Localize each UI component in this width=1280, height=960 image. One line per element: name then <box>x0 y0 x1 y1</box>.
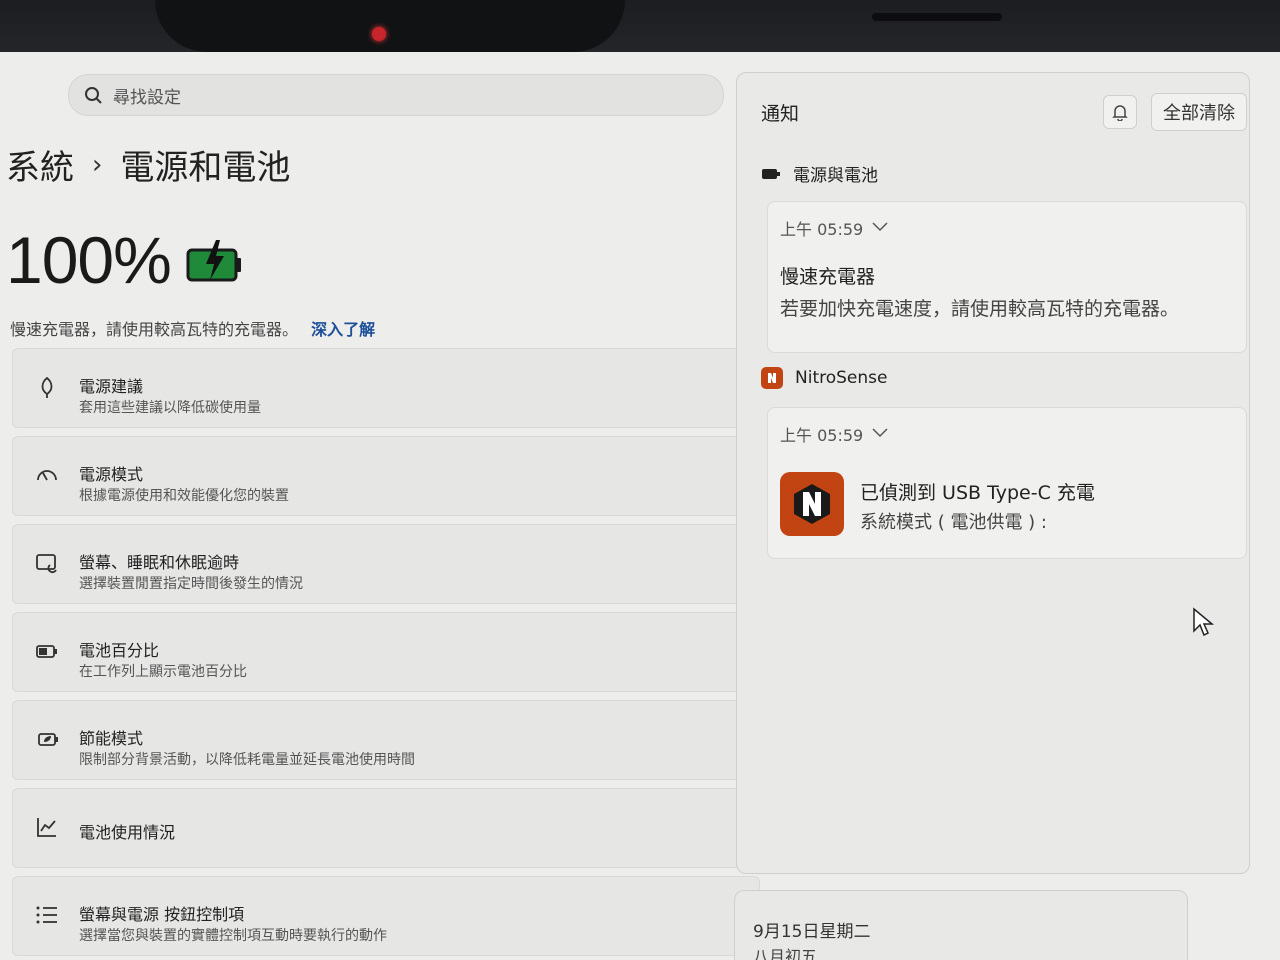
calendar-lunar-date: 八月初五 <box>753 947 818 960</box>
battery-icon <box>762 168 780 179</box>
battery-percent: 100% <box>6 223 172 297</box>
bezel-slot <box>872 13 1002 21</box>
battery-percent-icon <box>36 645 57 658</box>
usage-chart-icon <box>37 818 56 837</box>
sleep-screen-icon <box>36 554 57 574</box>
settings-item-button-controls[interactable]: 螢幕與電源 按鈕控制項 選擇當您與裝置的實體控制項互動時要執行的動作 <box>12 876 760 956</box>
settings-item-energy-saver[interactable]: 節能模式 限制部分背景活動，以降低耗電量並延長電池使用時間 <box>12 700 760 780</box>
calendar-date: 9月15日星期二 <box>753 922 871 942</box>
notification-title: 已偵測到 USB Type-C 充電 <box>860 482 1095 504</box>
list-controls-icon <box>36 906 57 924</box>
settings-list: 電源建議 套用這些建議以降低碳使用量 電源模式 根據電源使用和效能優化您的裝置 … <box>12 348 760 960</box>
notification-app-name: NitroSense <box>795 368 888 388</box>
page-title: 電源和電池 <box>120 148 291 188</box>
notification-app-name: 電源與電池 <box>793 166 878 186</box>
breadcrumb-parent[interactable]: 系統 <box>6 140 74 189</box>
battery-charging-icon <box>186 240 241 282</box>
charger-hint-text: 慢速充電器，請使用較高瓦特的充電器。 <box>10 320 299 339</box>
nitrosense-app-icon <box>761 367 783 389</box>
screen: 尋找設定 系統 › 電源和電池 100% 慢速充電器，請使用較高瓦特的充電器。 … <box>0 52 1280 960</box>
learn-more-link[interactable]: 深入了解 <box>311 320 375 339</box>
settings-item-title: 節能模式 <box>79 729 144 748</box>
energy-saver-icon <box>38 733 58 746</box>
notification-time: 上午 05:59 <box>780 220 864 239</box>
notification-body: 若要加快充電速度，請使用較高瓦特的充電器。 <box>780 298 1180 320</box>
search-placeholder: 尋找設定 <box>113 87 181 108</box>
settings-item-subtitle: 限制部分背景活動，以降低耗電量並延長電池使用時間 <box>79 752 415 768</box>
bezel-notch <box>155 0 625 52</box>
settings-item-subtitle: 套用這些建議以降低碳使用量 <box>79 400 261 416</box>
settings-item-title: 電源建議 <box>79 377 144 396</box>
chevron-down-icon[interactable] <box>872 222 888 232</box>
settings-item-subtitle: 選擇裝置閒置指定時間後發生的情況 <box>79 576 303 592</box>
settings-item-subtitle: 在工作列上顯示電池百分比 <box>79 664 247 680</box>
bell-snooze-icon <box>1112 105 1128 121</box>
calendar-flyout[interactable]: 9月15日星期二 八月初五 <box>734 890 1188 960</box>
notification-body: 系統模式 ( 電池供電 ) : <box>860 512 1047 533</box>
settings-item-subtitle: 根據電源使用和效能優化您的裝置 <box>79 488 289 504</box>
settings-item-title: 螢幕、睡眠和休眠逾時 <box>79 553 240 572</box>
search-input[interactable]: 尋找設定 <box>68 74 724 116</box>
settings-item-title: 電源模式 <box>79 465 144 484</box>
search-icon <box>85 87 102 104</box>
notification-center-title: 通知 <box>761 103 800 125</box>
notification-card-usb-c[interactable]: 上午 05:59 已偵測到 USB Type-C 充電 系統模式 ( 電池供電 … <box>767 407 1247 559</box>
settings-item-title: 螢幕與電源 按鈕控制項 <box>79 905 245 924</box>
speedometer-icon <box>37 470 57 481</box>
settings-item-title: 電池百分比 <box>79 641 160 660</box>
settings-item-power-recommendations[interactable]: 電源建議 套用這些建議以降低碳使用量 <box>12 348 760 428</box>
do-not-disturb-button[interactable] <box>1103 95 1137 129</box>
settings-item-power-mode[interactable]: 電源模式 根據電源使用和效能優化您的裝置 <box>12 436 760 516</box>
breadcrumb-separator: › <box>92 149 103 180</box>
chevron-down-icon[interactable] <box>872 428 888 438</box>
breadcrumb: 系統 › 電源和電池 <box>6 140 290 189</box>
settings-item-title: 電池使用情況 <box>79 823 176 842</box>
settings-item-battery-usage[interactable]: 電池使用情況 <box>12 788 760 868</box>
nitrosense-logo <box>780 472 844 536</box>
settings-item-screen-sleep[interactable]: 螢幕、睡眠和休眠逾時 選擇裝置閒置指定時間後發生的情況 <box>12 524 760 604</box>
notification-time: 上午 05:59 <box>780 426 864 445</box>
notification-title: 慢速充電器 <box>780 266 876 288</box>
settings-item-battery-percentage[interactable]: 電池百分比 在工作列上顯示電池百分比 <box>12 612 760 692</box>
camera-indicator-light <box>372 27 386 41</box>
notification-card-slow-charger[interactable]: 上午 05:59 慢速充電器 若要加快充電速度，請使用較高瓦特的充電器。 <box>767 201 1247 353</box>
notification-group-header-power[interactable]: 電源與電池 <box>761 161 878 186</box>
settings-item-subtitle: 選擇當您與裝置的實體控制項互動時要執行的動作 <box>79 928 387 944</box>
mouse-pointer-icon <box>1193 607 1215 637</box>
notification-center: 通知 全部清除 電源與電池 上午 05:59 慢速充電器 若要加快充電速度，請使… <box>736 72 1250 874</box>
leaf-icon <box>41 376 53 398</box>
clear-all-button[interactable]: 全部清除 <box>1151 93 1247 131</box>
charger-hint: 慢速充電器，請使用較高瓦特的充電器。 深入了解 <box>10 316 375 340</box>
notification-group-header-nitrosense[interactable]: NitroSense <box>761 367 887 389</box>
